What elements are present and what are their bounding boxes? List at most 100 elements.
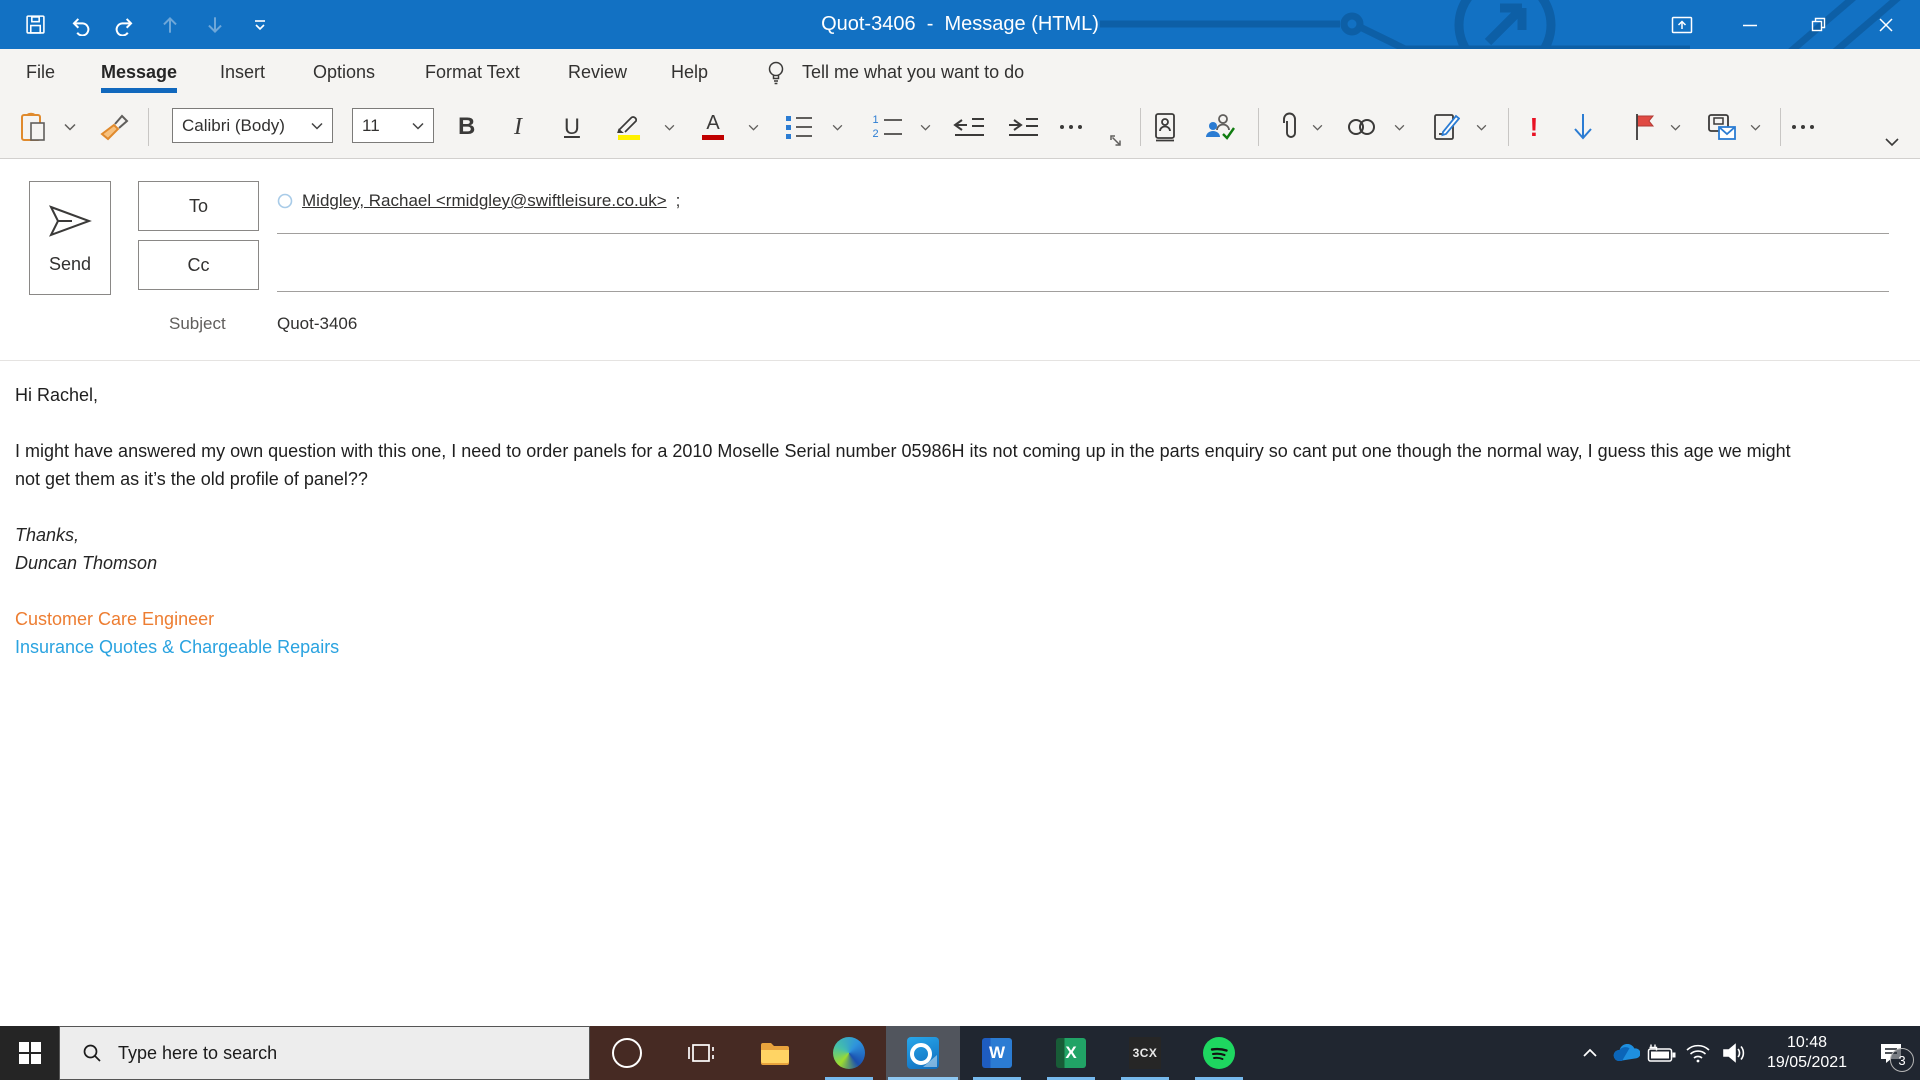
ribbon-overflow-icon[interactable]: [1792, 111, 1814, 143]
italic-button[interactable]: I: [514, 111, 522, 143]
ribbon-display-options-icon[interactable]: [1648, 0, 1716, 49]
toolbar-divider: [1140, 108, 1141, 146]
restore-icon[interactable]: [1784, 0, 1852, 49]
toolbar-divider: [1508, 108, 1509, 146]
address-book-icon[interactable]: [1152, 111, 1178, 143]
compose-area: Send To Cc Midgley, Rachael <rmidgley@sw…: [0, 159, 1920, 1026]
paragraph-overflow-icon[interactable]: [1060, 111, 1082, 143]
move-up-icon[interactable]: [159, 14, 181, 36]
cc-button[interactable]: Cc: [138, 240, 259, 290]
bullets-dropdown-chevron-icon[interactable]: [832, 111, 843, 143]
notification-badge: 3: [1890, 1048, 1914, 1072]
hidden-icons-chevron-icon[interactable]: [1572, 1026, 1608, 1080]
wifi-icon[interactable]: [1680, 1026, 1716, 1080]
system-tray: 10:48 19/05/2021 3: [1572, 1026, 1920, 1080]
undo-icon[interactable]: [69, 14, 91, 36]
flag-dropdown-chevron-icon[interactable]: [1670, 111, 1681, 143]
taskbar-task-view-button[interactable]: [664, 1026, 738, 1080]
attach-file-icon[interactable]: [1278, 111, 1300, 143]
to-field[interactable]: Midgley, Rachael <rmidgley@swiftleisure.…: [277, 191, 680, 211]
format-painter-icon[interactable]: [98, 111, 130, 143]
decrease-indent-icon[interactable]: [952, 111, 986, 143]
follow-up-flag-icon[interactable]: [1632, 111, 1656, 143]
paste-dropdown-chevron-icon[interactable]: [64, 111, 76, 143]
signature-icon[interactable]: [1432, 111, 1460, 143]
taskbar-3cx-button[interactable]: 3CX: [1108, 1026, 1182, 1080]
onedrive-cloud-icon[interactable]: [1608, 1026, 1644, 1080]
close-icon[interactable]: [1852, 0, 1920, 49]
to-button[interactable]: To: [138, 181, 259, 231]
taskbar-file-explorer-button[interactable]: [738, 1026, 812, 1080]
toolbar-divider: [1780, 108, 1781, 146]
tab-options[interactable]: Options: [313, 49, 375, 96]
font-color-icon[interactable]: A: [702, 111, 724, 143]
message-editor[interactable]: Hi Rachel, I might have answered my own …: [15, 381, 1820, 661]
search-input[interactable]: [116, 1041, 540, 1065]
tab-help[interactable]: Help: [671, 49, 708, 96]
battery-icon[interactable]: [1644, 1026, 1680, 1080]
bold-button[interactable]: B: [458, 111, 475, 143]
templates-icon[interactable]: [1706, 111, 1738, 143]
underline-button[interactable]: U: [564, 111, 580, 143]
taskbar-edge-button[interactable]: [812, 1026, 886, 1080]
taskbar-outlook-button[interactable]: [886, 1026, 960, 1080]
paste-icon[interactable]: [18, 111, 48, 143]
dialog-launcher-icon[interactable]: [1108, 132, 1124, 150]
font-color-dropdown-chevron-icon[interactable]: [748, 111, 759, 143]
tab-file[interactable]: File: [26, 49, 55, 96]
lightbulb-icon: [768, 61, 784, 84]
tab-insert[interactable]: Insert: [220, 49, 265, 96]
signature-team: Insurance Quotes & Chargeable Repairs: [15, 637, 340, 657]
taskbar-excel-button[interactable]: X: [1034, 1026, 1108, 1080]
low-importance-icon[interactable]: [1572, 111, 1594, 143]
sign-off-line: Thanks,: [15, 525, 80, 545]
redo-icon[interactable]: [114, 14, 136, 36]
customize-qat-icon[interactable]: [249, 14, 271, 36]
high-importance-icon[interactable]: !: [1522, 111, 1546, 143]
font-name-select[interactable]: Calibri (Body): [172, 108, 333, 143]
taskbar-cortana-button[interactable]: [590, 1026, 664, 1080]
highlight-dropdown-chevron-icon[interactable]: [664, 111, 675, 143]
increase-indent-icon[interactable]: [1006, 111, 1040, 143]
volume-icon[interactable]: [1716, 1026, 1752, 1080]
check-names-icon[interactable]: [1204, 111, 1236, 143]
bullets-icon[interactable]: [786, 111, 812, 143]
tell-me-box[interactable]: Tell me what you want to do: [766, 49, 1024, 96]
numbering-icon[interactable]: 1 2: [872, 111, 902, 143]
minimize-icon[interactable]: [1716, 0, 1784, 49]
attach-dropdown-chevron-icon[interactable]: [1312, 111, 1323, 143]
tab-message[interactable]: Message: [101, 49, 178, 96]
presence-circle-icon: [277, 193, 293, 209]
highlight-icon[interactable]: [616, 111, 642, 143]
link-icon[interactable]: [1346, 111, 1378, 143]
taskbar-clock[interactable]: 10:48 19/05/2021: [1752, 1033, 1862, 1073]
move-down-icon[interactable]: [204, 14, 226, 36]
taskbar-word-button[interactable]: W: [960, 1026, 1034, 1080]
cc-field-rule: [277, 291, 1889, 292]
action-center-button[interactable]: 3: [1862, 1026, 1920, 1080]
signature-dropdown-chevron-icon[interactable]: [1476, 111, 1487, 143]
numbering-dropdown-chevron-icon[interactable]: [920, 111, 931, 143]
collapse-ribbon-icon[interactable]: [1884, 132, 1900, 152]
tab-format-text[interactable]: Format Text: [425, 49, 520, 96]
start-button[interactable]: [0, 1026, 59, 1080]
subject-field[interactable]: Quot-3406: [277, 314, 357, 334]
tab-review[interactable]: Review: [568, 49, 627, 96]
ribbon-toolbar: Calibri (Body) 11 B I U A 1 2 !: [0, 96, 1920, 159]
templates-dropdown-chevron-icon[interactable]: [1750, 111, 1761, 143]
taskbar-search[interactable]: [59, 1026, 590, 1080]
tray-time: 10:48: [1786, 1034, 1828, 1051]
cc-field[interactable]: [277, 249, 1889, 289]
outlook-message-window: Quot-3406 - Message (HTML) File Message …: [0, 0, 1920, 1080]
recipient-separator: ;: [675, 191, 681, 210]
send-button[interactable]: Send: [29, 181, 111, 295]
window-controls: [1648, 0, 1920, 49]
toolbar-divider: [148, 108, 149, 146]
task-view-icon: [688, 1044, 714, 1062]
link-dropdown-chevron-icon[interactable]: [1394, 111, 1405, 143]
save-icon[interactable]: [24, 14, 46, 36]
recipient-chip[interactable]: Midgley, Rachael <rmidgley@swiftleisure.…: [302, 191, 667, 211]
font-color-swatch: [702, 135, 724, 140]
taskbar-spotify-button[interactable]: [1182, 1026, 1256, 1080]
font-size-select[interactable]: 11: [352, 108, 434, 143]
